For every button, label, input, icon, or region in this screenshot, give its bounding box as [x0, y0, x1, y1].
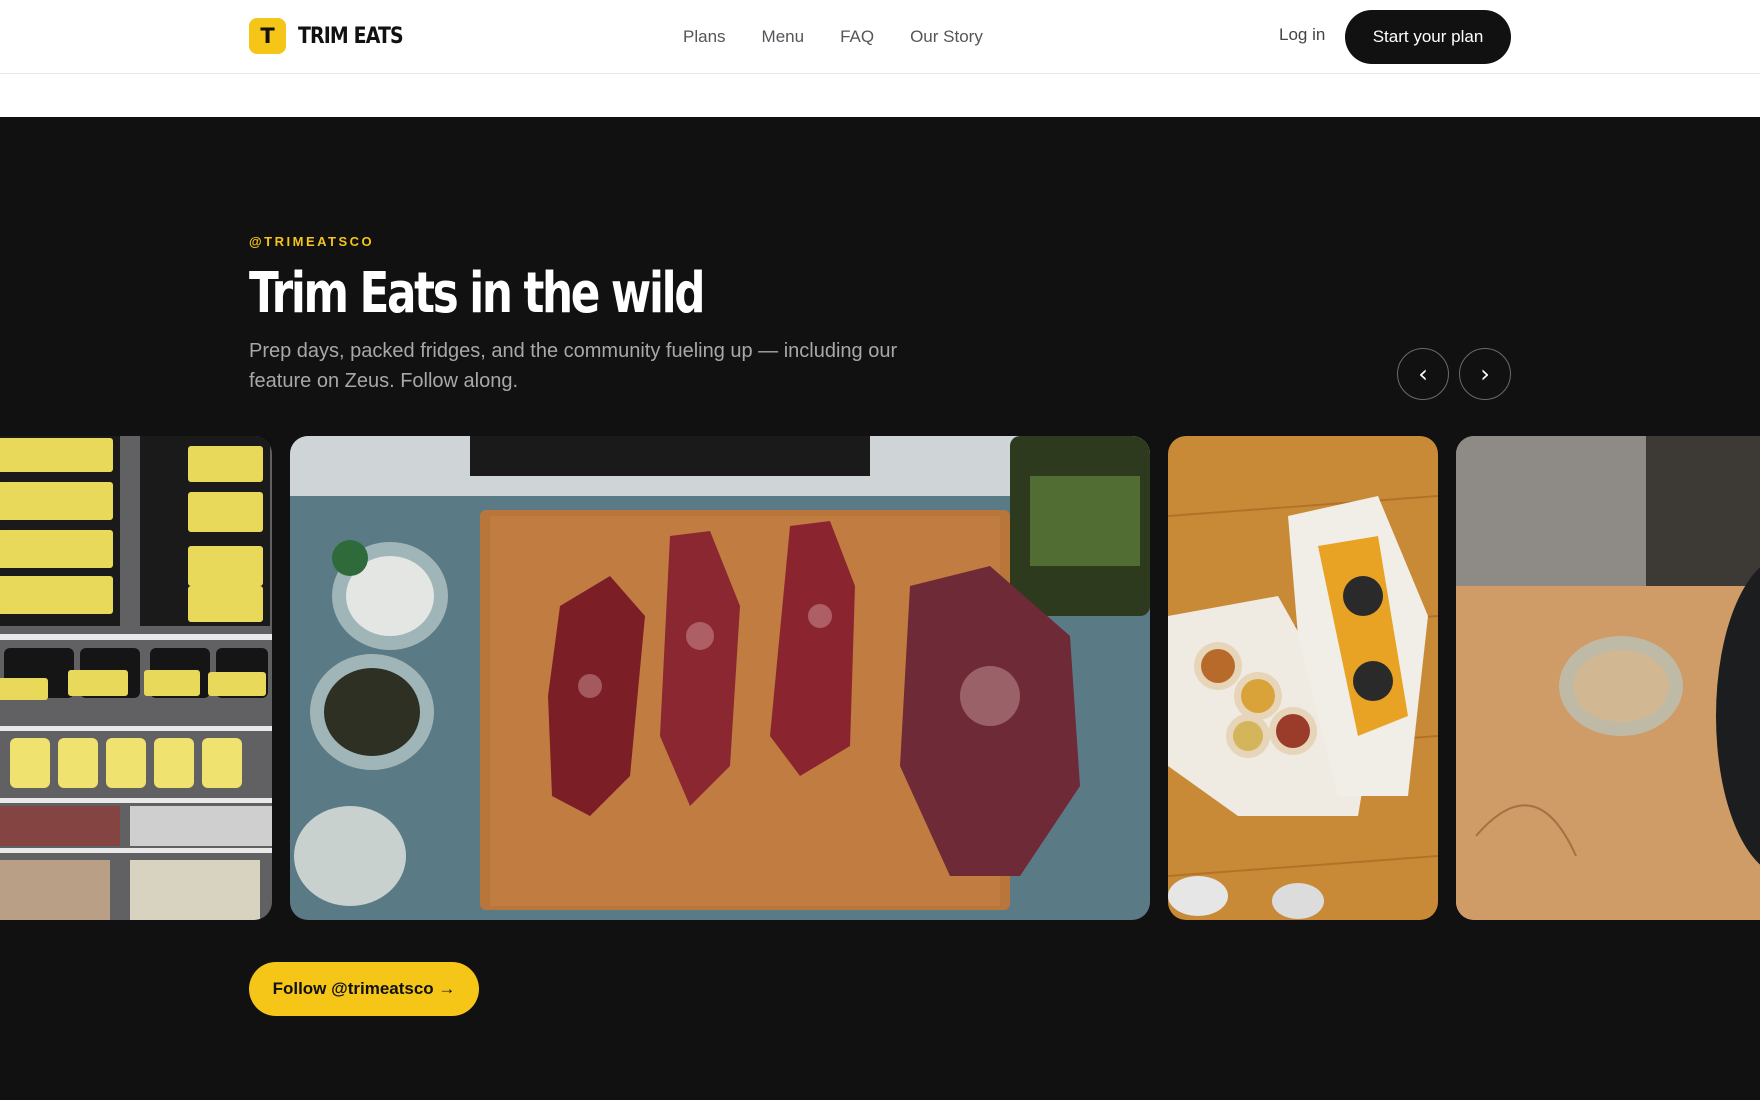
gallery-image-fridge[interactable]	[0, 436, 272, 920]
steaks-photo	[290, 436, 1150, 920]
main-nav: Plans Menu FAQ Our Story	[683, 24, 1019, 50]
nav-link-menu[interactable]: Menu	[762, 27, 805, 47]
section-subtitle: Prep days, packed fridges, and the commu…	[249, 340, 898, 392]
gallery-image-mixing-bowl[interactable]	[1456, 436, 1760, 920]
logo-mark: T	[249, 18, 286, 54]
follow-instagram-button[interactable]: Follow @trimeatsco →	[249, 962, 479, 1016]
instagram-handle-eyebrow: @TRIMEATSCO	[249, 234, 375, 249]
carousel-prev-button[interactable]: ‹	[1397, 348, 1449, 400]
chevron-right-icon: ›	[1480, 360, 1490, 388]
brand-logo[interactable]: T TRIM EATS	[249, 18, 420, 54]
gallery-image-steaks[interactable]	[290, 436, 1150, 920]
section-title: Trim Eats in the wild	[249, 261, 705, 326]
mixing-bowl-photo	[1456, 436, 1760, 920]
start-plan-button[interactable]: Start your plan	[1345, 10, 1511, 64]
brand-name: TRIM EATS	[298, 23, 404, 49]
fridge-photo	[0, 436, 272, 920]
social-gallery-section: @TRIMEATSCO Trim Eats in the wild Prep d…	[0, 117, 1760, 1100]
delivery-bags-photo	[1168, 436, 1438, 920]
nav-link-faq[interactable]: FAQ	[840, 27, 874, 47]
nav-link-our-story[interactable]: Our Story	[910, 27, 983, 47]
carousel-next-button[interactable]: ›	[1459, 348, 1511, 400]
login-link[interactable]: Log in	[1279, 25, 1325, 45]
nav-link-plans[interactable]: Plans	[683, 27, 726, 47]
chevron-left-icon: ‹	[1418, 360, 1428, 388]
gallery-image-delivery-bags[interactable]	[1168, 436, 1438, 920]
site-header: T TRIM EATS Plans Menu FAQ Our Story Log…	[0, 0, 1760, 74]
